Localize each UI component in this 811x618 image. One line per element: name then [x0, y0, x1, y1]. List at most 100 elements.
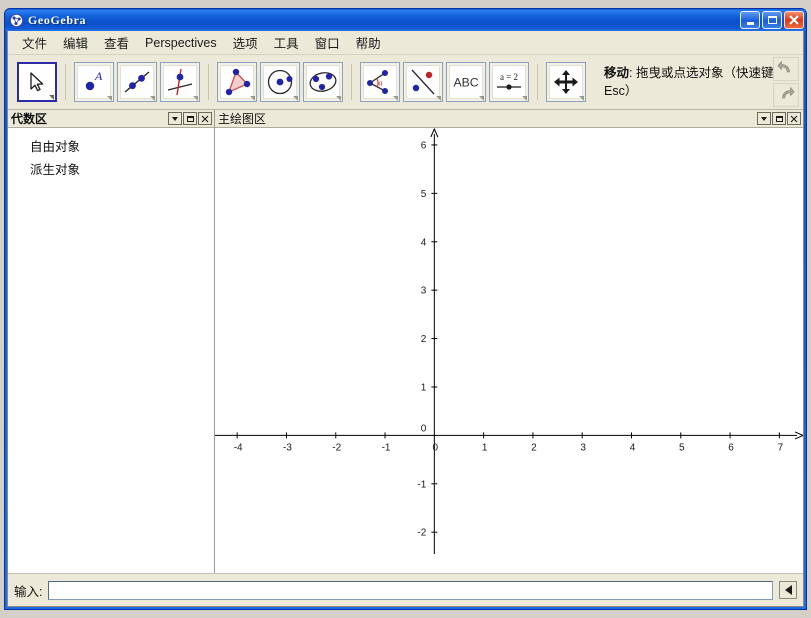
chevron-down-icon[interactable] — [150, 96, 155, 101]
symbol-dropdown-button[interactable] — [779, 581, 797, 599]
chevron-down-icon[interactable] — [393, 96, 398, 101]
four-way-move-icon — [549, 65, 583, 99]
menu-help[interactable]: 帮助 — [348, 31, 389, 54]
chevron-down-icon[interactable] — [250, 96, 255, 101]
svg-text:6: 6 — [421, 140, 427, 151]
svg-text:a: a — [379, 79, 383, 88]
svg-text:3: 3 — [580, 442, 586, 453]
menu-tools[interactable]: 工具 — [266, 31, 307, 54]
svg-text:-4: -4 — [234, 442, 243, 453]
svg-text:1: 1 — [421, 382, 427, 393]
main-window: GeoGebra 文件 编辑 查看 Perspectives 选项 工具 窗口 … — [4, 8, 807, 610]
close-button[interactable] — [784, 11, 804, 29]
svg-text:0: 0 — [433, 442, 439, 453]
panels-container: 代数区 自由对象 派生对象 主绘图区 -4 -3 -2 -1 0 1 2 3 4… — [8, 110, 803, 573]
abc-text-icon: ABC — [449, 65, 483, 99]
svg-text:ABC: ABC — [453, 76, 478, 90]
chevron-down-icon[interactable] — [193, 96, 198, 101]
window-controls — [740, 11, 804, 29]
toolbar-separator — [65, 64, 66, 100]
chevron-down-icon[interactable] — [336, 96, 341, 101]
input-field[interactable] — [48, 580, 773, 600]
menu-bar: 文件 编辑 查看 Perspectives 选项 工具 窗口 帮助 — [8, 31, 803, 55]
restore-icon — [186, 115, 194, 122]
svg-text:7: 7 — [778, 442, 784, 453]
toolbar-separator — [537, 64, 538, 100]
redo-button[interactable] — [773, 83, 799, 107]
graphics-canvas[interactable]: -4 -3 -2 -1 0 1 2 3 4 5 6 7 -2 -1 1 2 3 4 5 6 0 — [215, 128, 803, 573]
tree-item-dependent-objects[interactable]: 派生对象 — [8, 157, 214, 180]
input-bar: 输入: — [8, 573, 803, 606]
slider-tool[interactable]: a = 2 — [489, 62, 529, 102]
maximize-button[interactable] — [762, 11, 782, 29]
svg-text:5: 5 — [679, 442, 685, 453]
graphics-close-button[interactable] — [787, 112, 801, 125]
chevron-down-icon[interactable] — [49, 95, 54, 100]
menu-view[interactable]: 查看 — [96, 31, 137, 54]
menu-window[interactable]: 窗口 — [307, 31, 348, 54]
chevron-down-icon[interactable] — [522, 96, 527, 101]
point-tool[interactable]: A — [74, 62, 114, 102]
conic-through-five-points-tool[interactable] — [303, 62, 343, 102]
svg-text:-1: -1 — [417, 479, 426, 490]
text-tool[interactable]: ABC — [446, 62, 486, 102]
svg-text:-2: -2 — [417, 528, 426, 539]
triangle-polygon-icon — [220, 65, 254, 99]
chevron-down-icon[interactable] — [479, 96, 484, 101]
tool-group-move — [11, 62, 63, 102]
move-graphics-view-tool[interactable] — [546, 62, 586, 102]
ellipse-points-icon — [306, 65, 340, 99]
redo-arrow-icon — [777, 85, 795, 106]
algebra-close-button[interactable] — [198, 112, 212, 125]
menu-options[interactable]: 选项 — [225, 31, 266, 54]
algebra-object-tree[interactable]: 自由对象 派生对象 — [8, 128, 214, 573]
menu-perspectives[interactable]: Perspectives — [137, 34, 225, 52]
algebra-panel-header: 代数区 — [8, 110, 214, 128]
svg-text:2: 2 — [421, 334, 427, 345]
graphics-dropdown-button[interactable] — [757, 112, 771, 125]
svg-text:-2: -2 — [332, 442, 341, 453]
angle-tool[interactable]: a — [360, 62, 400, 102]
coordinate-system[interactable]: -4 -3 -2 -1 0 1 2 3 4 5 6 7 -2 -1 1 2 3 4 5 6 0 — [215, 128, 803, 554]
triangle-left-icon — [784, 585, 792, 595]
graphics-panel-header: 主绘图区 — [215, 110, 803, 128]
circle-center-point-icon — [263, 65, 297, 99]
chevron-down-icon — [172, 116, 178, 121]
svg-text:-3: -3 — [283, 442, 292, 453]
geogebra-application-window: GeoGebra 文件 编辑 查看 Perspectives 选项 工具 窗口 … — [0, 0, 811, 618]
menu-edit[interactable]: 编辑 — [55, 31, 96, 54]
graphics-panel-title: 主绘图区 — [218, 112, 267, 126]
chevron-down-icon[interactable] — [579, 96, 584, 101]
menu-file[interactable]: 文件 — [14, 31, 55, 54]
circle-with-center-tool[interactable] — [260, 62, 300, 102]
graphics-restore-button[interactable] — [772, 112, 786, 125]
line-through-two-points-tool[interactable] — [117, 62, 157, 102]
chevron-down-icon[interactable] — [107, 96, 112, 101]
tool-help-text: 移动: 拖曳或点选对象（快速键：Esc） — [592, 64, 799, 100]
chevron-down-icon[interactable] — [436, 96, 441, 101]
minimize-button[interactable] — [740, 11, 760, 29]
tool-group-points-lines: A — [68, 62, 206, 102]
graphics-view-panel: 主绘图区 -4 -3 -2 -1 0 1 2 3 4 5 6 7 -2 -1 1 2 — [215, 110, 803, 573]
toolbar-separator — [208, 64, 209, 100]
perpendicular-line-tool[interactable] — [160, 62, 200, 102]
undo-button[interactable] — [773, 57, 799, 81]
close-icon — [790, 110, 798, 128]
algebra-panel-controls — [168, 112, 212, 125]
algebra-restore-button[interactable] — [183, 112, 197, 125]
title-bar: GeoGebra — [5, 9, 806, 31]
move-tool[interactable] — [17, 62, 57, 102]
tree-item-free-objects[interactable]: 自由对象 — [8, 134, 214, 157]
algebra-dropdown-button[interactable] — [168, 112, 182, 125]
svg-text:a = 2: a = 2 — [500, 72, 518, 82]
chevron-down-icon[interactable] — [293, 96, 298, 101]
tool-help-title: 移动 — [604, 65, 630, 80]
slider-a-equals-2-icon: a = 2 — [492, 65, 526, 99]
angle-alpha-icon: a — [363, 65, 397, 99]
undo-redo-group — [773, 57, 799, 107]
svg-text:5: 5 — [421, 189, 427, 200]
svg-text:A: A — [94, 69, 103, 83]
polygon-tool[interactable] — [217, 62, 257, 102]
geogebra-logo-icon — [9, 13, 24, 28]
reflect-about-line-tool[interactable] — [403, 62, 443, 102]
